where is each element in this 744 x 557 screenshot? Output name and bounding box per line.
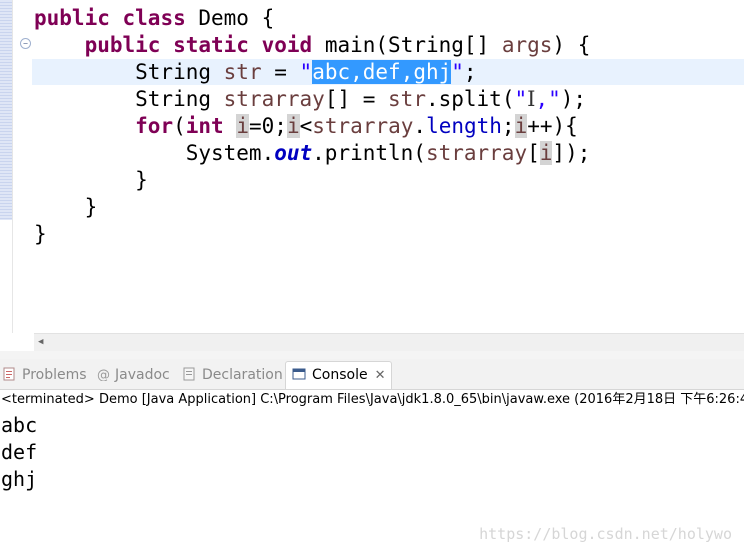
tab-console-label: Console (312, 367, 368, 383)
code-token: ; (501, 114, 515, 138)
editor-gutter (0, 0, 12, 220)
console-output-line: abc (1, 413, 38, 437)
declaration-icon (182, 365, 196, 381)
code-token: strarray (223, 87, 325, 111)
gutter-divider (12, 0, 13, 333)
code-token: = (261, 60, 300, 84)
problems-icon (2, 365, 16, 381)
console-icon (292, 364, 306, 380)
code-editor[interactable]: − public class Demo { public static void… (0, 0, 744, 333)
selected-text: abc,def,ghj (312, 60, 452, 84)
watermark: https://blog.csdn.net/holywo (479, 525, 732, 543)
code-token: strarray (425, 141, 528, 165)
code-token: ( (173, 114, 186, 138)
code-token: strarray (312, 114, 414, 138)
code-token: String (34, 60, 224, 84)
code-token: public (34, 6, 110, 30)
code-token: i (539, 141, 553, 165)
code-token: " (514, 87, 528, 111)
code-token: ; (463, 60, 477, 84)
tab-problems[interactable]: Problems (2, 363, 87, 387)
tab-problems-label: Problems (22, 367, 87, 383)
code-line: for(int i=0;i<strarray.length;i++){ (34, 113, 578, 139)
code-token: args (501, 33, 553, 57)
code-token: i (286, 114, 300, 138)
code-token: =0; (249, 114, 287, 138)
code-line: String strarray[] = str.split("I,"); (34, 86, 586, 112)
code-token: ++){ (527, 114, 578, 138)
close-icon[interactable]: ✕ (375, 368, 386, 383)
code-token: .println( (312, 141, 426, 165)
code-line: String str = "abc,def,ghj"; (34, 59, 477, 85)
code-line: } (34, 221, 47, 247)
code-token: ); (560, 87, 587, 111)
code-token: } (34, 168, 148, 192)
horizontal-scrollbar[interactable]: ◀ (34, 333, 744, 351)
code-line: } (34, 167, 148, 193)
code-line: } (34, 194, 98, 220)
code-token: int (185, 114, 224, 138)
console-output-line: ghj (1, 467, 38, 491)
code-token: .split( (425, 87, 515, 111)
code-token: str (388, 87, 426, 111)
panel-divider (0, 351, 744, 359)
code-token: ]); (552, 141, 591, 165)
tab-javadoc[interactable]: @ Javadoc (97, 363, 170, 387)
tab-declaration-label: Declaration (202, 367, 283, 383)
code-line: public static void main(String[] args) { (34, 32, 591, 58)
tab-console[interactable]: Console ✕ (285, 361, 393, 389)
code-token: ) { (552, 33, 591, 57)
tab-javadoc-label: Javadoc (115, 367, 170, 383)
code-token: str (223, 60, 262, 84)
code-token: < (299, 114, 313, 138)
collapse-method-icon[interactable]: − (20, 38, 31, 49)
code-line: System.out.println(strarray[i]); (34, 140, 590, 166)
code-token: main(String[] (312, 33, 502, 57)
code-token: " (451, 60, 464, 84)
code-token: String (34, 87, 224, 111)
code-token: class (122, 6, 186, 30)
code-token: } (34, 195, 98, 219)
code-token: " (299, 60, 313, 84)
code-token: void (261, 33, 313, 57)
code-token: for (135, 114, 174, 138)
view-tab-bar: Problems @ Javadoc Declaration Console ✕ (0, 359, 744, 390)
code-token: ," (535, 87, 561, 111)
code-token: length (426, 114, 502, 138)
code-line: public class Demo { (34, 5, 274, 31)
code-token: Demo { (185, 6, 275, 30)
console-status-line: <terminated> Demo [Java Application] C:\… (1, 392, 744, 407)
code-token: [] = (324, 87, 389, 111)
console-output-line: def (1, 440, 38, 464)
svg-text:@: @ (97, 368, 110, 381)
code-token: static (173, 33, 249, 57)
code-token: i (236, 114, 249, 138)
code-token: . (413, 114, 427, 138)
code-token: out (274, 141, 313, 165)
console-output[interactable]: abc def ghj (1, 412, 37, 493)
code-token: } (34, 222, 47, 246)
code-token: public (84, 33, 161, 57)
javadoc-icon: @ (97, 365, 110, 383)
code-token: [ (527, 141, 540, 165)
code-token: System. (34, 141, 275, 165)
tab-declaration[interactable]: Declaration (182, 363, 283, 387)
scroll-left-icon[interactable]: ◀ (38, 334, 43, 351)
code-token: i (514, 114, 528, 138)
